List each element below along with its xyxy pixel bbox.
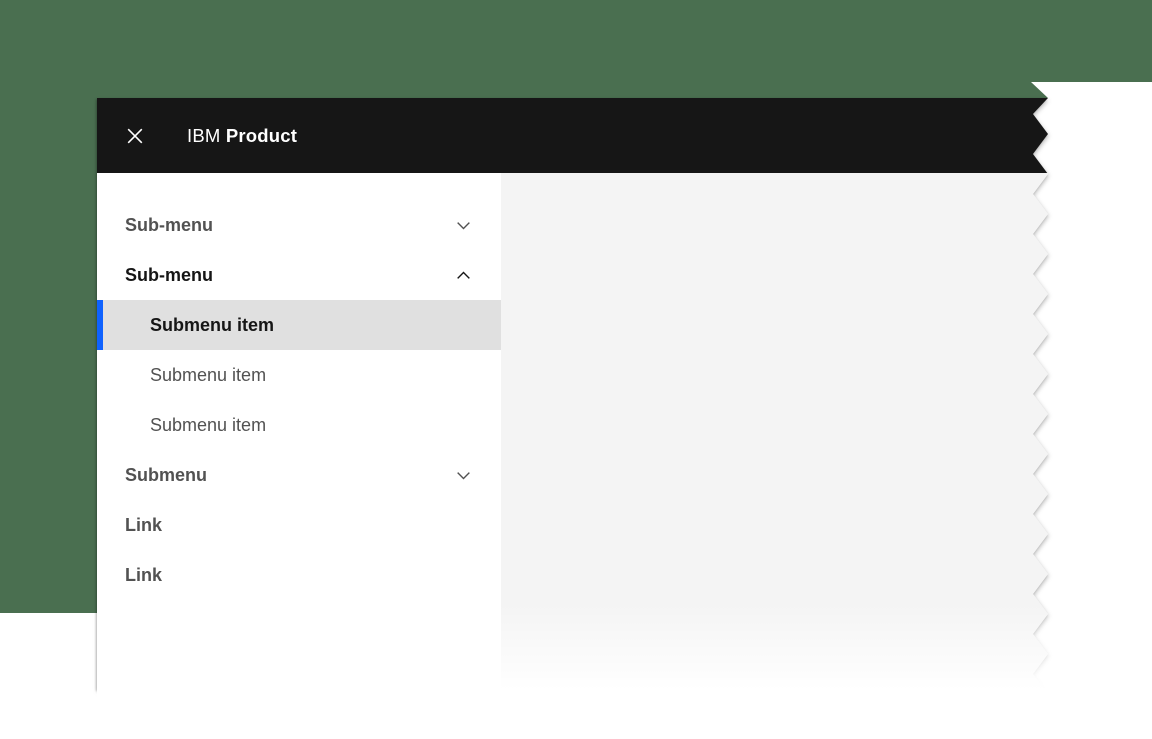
app-window: IBM Product Sub-menu Sub [97, 98, 1048, 690]
sidenav-submenu-item-selected[interactable]: Submenu item [97, 300, 501, 350]
sidenav-link-2[interactable]: Link [97, 550, 501, 600]
sidenav-submenu-toggle-1[interactable]: Sub-menu [97, 200, 501, 250]
brand-product-name: Product [226, 125, 297, 146]
content-area [501, 173, 1048, 690]
ui-shell-header: IBM Product [97, 98, 1048, 173]
brand-prefix: IBM [187, 125, 221, 146]
sidenav-submenu-toggle-3[interactable]: Submenu [97, 450, 501, 500]
sidenav-link-1[interactable]: Link [97, 500, 501, 550]
sidenav-item-label: Submenu item [150, 365, 472, 386]
app-window-clipped: IBM Product Sub-menu Sub [97, 98, 1048, 690]
window-body: Sub-menu Sub-menu [97, 173, 1048, 690]
side-navigation: Sub-menu Sub-menu [97, 173, 501, 690]
sidenav-item-label: Link [125, 515, 472, 536]
torn-edge-backdrop [1031, 82, 1152, 739]
chevron-up-icon [455, 267, 472, 284]
sidenav-item-label: Submenu [125, 465, 455, 486]
sidenav-item-label: Sub-menu [125, 265, 455, 286]
sidenav-item-label: Submenu item [150, 415, 472, 436]
sidenav-submenu-item[interactable]: Submenu item [97, 400, 501, 450]
page-canvas: IBM Product Sub-menu Sub [0, 0, 1152, 739]
header-brand-title: IBM Product [187, 125, 297, 147]
sidenav-item-label: Submenu item [150, 315, 472, 336]
sidenav-item-label: Link [125, 565, 472, 586]
sidenav-submenu-toggle-2[interactable]: Sub-menu [97, 250, 501, 300]
close-menu-button[interactable] [97, 98, 172, 173]
chevron-down-icon [455, 467, 472, 484]
sidenav-submenu-item[interactable]: Submenu item [97, 350, 501, 400]
chevron-down-icon [455, 217, 472, 234]
close-icon [126, 127, 144, 145]
sidenav-item-label: Sub-menu [125, 215, 455, 236]
